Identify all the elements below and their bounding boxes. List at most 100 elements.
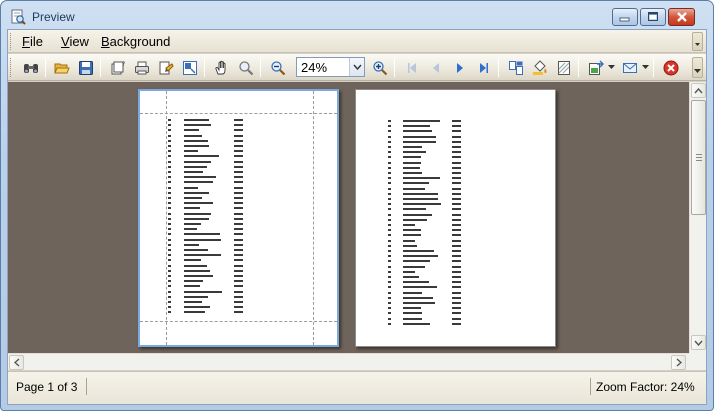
fill-background-button[interactable] (529, 57, 551, 78)
preview-viewport[interactable] (8, 82, 689, 353)
first-page-button[interactable] (401, 57, 423, 78)
report-text-line (356, 135, 553, 138)
print-icon (135, 61, 149, 74)
menu-file[interactable]: File (22, 34, 43, 49)
report-text-line (356, 213, 553, 216)
save-button[interactable] (75, 57, 97, 78)
toolbar-separator (204, 58, 205, 77)
report-text-line (140, 186, 337, 189)
maximize-button[interactable] (640, 8, 666, 26)
zoom-dropdown-button[interactable] (349, 58, 364, 76)
report-text-line (140, 290, 337, 293)
preview-app-icon (11, 9, 26, 25)
find-button[interactable] (20, 57, 42, 78)
zoom-combobox[interactable]: 24% (296, 57, 365, 77)
fill-background-icon (533, 59, 547, 75)
report-text-line (140, 202, 337, 205)
toolbar-separator (260, 58, 261, 77)
magnifier-button[interactable] (235, 57, 257, 78)
last-page-button[interactable] (473, 57, 495, 78)
report-text-line (140, 311, 337, 314)
zoom-out-button[interactable] (267, 57, 289, 78)
send-email-button[interactable] (619, 57, 641, 78)
previous-page-button[interactable] (425, 57, 447, 78)
toolbar-grip[interactable] (10, 58, 13, 77)
report-page-2[interactable] (355, 89, 556, 347)
vertical-scroll-thumb[interactable] (691, 100, 706, 215)
report-text-line (140, 285, 337, 288)
close-icon (676, 12, 687, 22)
report-text-line (140, 139, 337, 142)
status-bar: Page 1 of 3 Zoom Factor: 24% (8, 371, 706, 404)
report-text-line (356, 260, 553, 263)
report-text-line (356, 218, 553, 221)
chevron-down-icon (694, 69, 701, 73)
toolbar-separator (394, 58, 395, 77)
watermark-button[interactable] (553, 57, 575, 78)
report-text-line (140, 171, 337, 173)
menu-grip[interactable] (10, 33, 13, 50)
report-text-line (140, 124, 337, 127)
report-text-line (140, 207, 337, 210)
report-text-line (356, 296, 553, 299)
scale-button[interactable] (179, 57, 201, 78)
close-window-button[interactable] (668, 8, 695, 26)
send-email-icon (623, 62, 637, 73)
watermark-icon (558, 60, 570, 75)
scroll-right-button[interactable] (671, 355, 686, 370)
vertical-scrollbar[interactable] (689, 82, 706, 353)
preview-window: Preview File View Background ? 24% Page … (0, 0, 714, 411)
zoom-in-button[interactable] (369, 57, 391, 78)
report-text-line (140, 191, 337, 194)
title-bar[interactable]: Preview (1, 1, 713, 29)
status-separator (86, 378, 87, 395)
menu-view[interactable]: View (61, 34, 89, 49)
scroll-left-button[interactable] (9, 355, 24, 370)
menu-bar: File View Background (8, 30, 706, 53)
send-email-dropdown-button[interactable] (641, 57, 649, 78)
maximize-icon (648, 12, 658, 21)
chevron-down-icon (352, 64, 362, 70)
print-direct-button[interactable] (155, 57, 177, 78)
report-text-line (356, 130, 553, 133)
toolbar-overflow-button[interactable] (692, 57, 703, 78)
scale-icon (183, 60, 197, 75)
minimize-button[interactable] (612, 8, 638, 26)
report-text-line (140, 295, 337, 298)
next-page-button[interactable] (449, 57, 471, 78)
report-text-line (140, 264, 337, 267)
page-setup-button[interactable]: ? (107, 57, 129, 78)
scroll-down-button[interactable] (691, 335, 706, 350)
print-button[interactable] (131, 57, 153, 78)
client-area: File View Background ? 24% Page 1 of 3 Z… (7, 29, 707, 405)
multiple-pages-button[interactable] (505, 57, 527, 78)
report-text-line (140, 233, 337, 236)
first-page-icon (408, 62, 416, 73)
report-text-line (356, 322, 553, 325)
report-text-line (356, 187, 553, 190)
report-text-line (140, 254, 337, 257)
menu-overflow-button[interactable] (692, 32, 703, 51)
status-page-number: Page 1 of 3 (16, 380, 78, 394)
minimize-icon (619, 17, 630, 22)
open-button[interactable] (51, 57, 73, 78)
menu-background[interactable]: Background (101, 34, 170, 49)
hand-tool-button[interactable] (211, 57, 233, 78)
horizontal-scrollbar[interactable] (8, 353, 689, 370)
scroll-up-button[interactable] (691, 83, 706, 98)
zoom-out-icon (271, 60, 286, 75)
close-preview-button[interactable] (660, 57, 682, 78)
export-button[interactable] (585, 57, 607, 78)
open-icon (54, 63, 70, 73)
report-text-line (356, 239, 553, 242)
report-text-line (356, 307, 553, 310)
export-dropdown-button[interactable] (607, 57, 615, 78)
thumb-grip (696, 154, 702, 161)
report-text-line (356, 317, 553, 320)
report-page-1[interactable] (138, 89, 339, 347)
close-preview-icon (663, 60, 679, 75)
report-text-line (140, 223, 337, 225)
report-text-line (356, 140, 553, 143)
toolbar: ? 24% (8, 54, 706, 81)
report-text-line (356, 146, 553, 148)
